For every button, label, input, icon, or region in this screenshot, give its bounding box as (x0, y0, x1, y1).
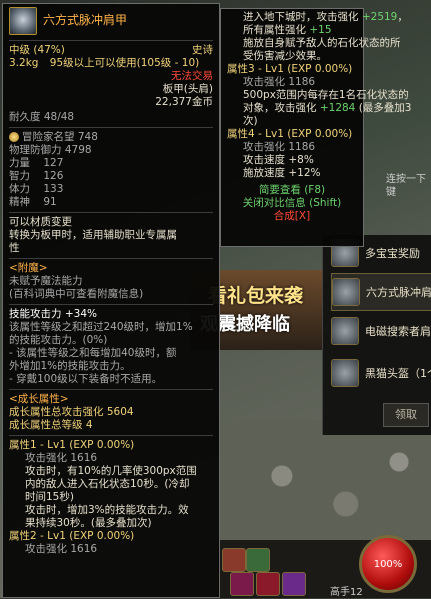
adventurer-value: 748 (77, 131, 98, 143)
item-type: 板甲(头肩) (162, 83, 213, 95)
shoulder-armor-icon (332, 278, 360, 306)
skill-line: 外增加1%的技能攻击力。 (9, 360, 131, 372)
item-price: 22,377金币 (155, 96, 213, 108)
potion-slot-2[interactable] (256, 572, 280, 596)
potion-slot-1[interactable] (230, 572, 254, 596)
attr1-line: 果持续30秒。(最多叠加次) (25, 517, 152, 529)
hp-value: 100% (373, 559, 403, 570)
stat-row: 精神 91 (9, 196, 57, 208)
banner-line-1: 看礼包来袭 (208, 285, 304, 307)
shoulder-armor-icon (9, 6, 37, 35)
attr1-header: 属性1 - Lv1 (EXP 0.00%) (9, 439, 135, 451)
compare-tooltip: 进入地下城时，攻击强化 +2519， 所有属性强化 +15 施放自身赋予敌人的石… (220, 8, 412, 247)
reward-label: 六方式脉冲肩 (366, 285, 431, 299)
enchant-header: <附魔> (9, 262, 48, 274)
synthesize-link[interactable]: 合成[X] (227, 210, 357, 223)
dungeon-bonus-line: 进入地下城时，攻击强化 +2519， (243, 11, 408, 23)
skill-slot-1[interactable] (222, 548, 246, 572)
attr3-line-2: 对象，攻击强化 +1284 (最多叠加3 (243, 102, 412, 114)
reward-item-3[interactable]: 电磁搜索者肩 (331, 313, 431, 349)
growth-total-level: 成长属性总等级 4 (9, 419, 93, 431)
attr3-line-3: 次) (243, 115, 258, 127)
durability-label: 耐久度 (9, 111, 41, 123)
skill-attack-header: 技能攻击力 +34% (9, 308, 97, 320)
skill-line: - 该属性等级之和每增加40级时，额 (9, 347, 177, 359)
item-name: 六方式脉冲肩甲 (43, 13, 128, 27)
item-grade-pct: (47%) (33, 44, 65, 56)
growth-header: <成长属性> (9, 393, 69, 405)
attr1-line: 时间15秒) (25, 491, 74, 503)
attr3-line-1: 500px范围内每存在1名石化状态的 (243, 89, 409, 101)
stat-row: 智力 126 (9, 170, 64, 182)
attr1-line: 攻击时，有10%的几率使300px范围 (25, 465, 197, 477)
attr2-attack: 攻击强化 1616 (25, 543, 98, 555)
stat-row: 体力 133 (9, 183, 64, 195)
enchant-line-1: 未赋予魔法能力 (9, 275, 83, 287)
adventurer-label: 冒险家名望 (22, 131, 75, 143)
reward-label: 黑猫头盔（1个 (365, 366, 431, 380)
attr4-header: 属性4 - Lv1 (EXP 0.00%) (227, 128, 353, 140)
growth-total-attack: 成长属性总攻击强化 5604 (9, 406, 134, 418)
reward-list-panel: 多宝宝奖励 六方式脉冲肩 电磁搜索者肩 黑猫头盔（1个 领取 (322, 235, 431, 435)
reward-label: 电磁搜索者肩 (365, 324, 431, 338)
skill-line: - 穿戴100级以下装备时不适用。 (9, 373, 163, 385)
attr4-attack: 攻击强化 1186 (243, 141, 316, 153)
reward-label: 多宝宝奖励 (365, 246, 420, 260)
attr3-attack: 攻击强化 1186 (243, 76, 316, 88)
shoulder-armor-icon (331, 317, 359, 345)
brief-view-link[interactable]: 简要查看 (F8) (227, 184, 357, 197)
attr1-attack: 攻击强化 1616 (25, 452, 98, 464)
item-weight: 3.2kg (9, 57, 39, 69)
item-level-req: 95级以上可以使用(105级 - 10) (49, 57, 200, 69)
item-grade: 中级 (9, 44, 30, 56)
rank-label: 高手12 (330, 587, 363, 598)
item-header: 六方式脉冲肩甲 (9, 4, 213, 37)
item-rarity: 史诗 (192, 44, 213, 56)
convert-line-1: 转换为板甲时，适用辅助职业专属属 (9, 229, 177, 241)
claim-button[interactable]: 领取 (383, 403, 429, 427)
potion-slot-3[interactable] (282, 572, 306, 596)
enchant-line-2: (百科词典中可查看附魔信息) (9, 288, 144, 300)
reward-item-4[interactable]: 黑猫头盔（1个 (331, 355, 431, 391)
attr4-attack-speed: 攻击速度 +8% (243, 154, 314, 166)
hp-orb: 100% (359, 535, 417, 593)
key-hint: 连按一下键 (386, 174, 426, 198)
item-tooltip: 六方式脉冲肩甲 中级 (47%) 史诗 3.2kg 95级以上可以使用(105级… (2, 3, 220, 598)
close-compare-link[interactable]: 关闭对比信息 (Shift) (227, 197, 357, 210)
petrify-line: 施放自身赋予敌人的石化状态的所 (243, 37, 401, 49)
all-attr-line: 所有属性强化 +15 (243, 24, 332, 36)
material-change: 可以材质变更 (9, 216, 72, 228)
helmet-icon (331, 359, 359, 387)
skill-line: 的技能攻击力。(0%) (9, 334, 108, 346)
medal-icon (9, 132, 19, 142)
skill-line: 该属性等级之和超过240级时，增加1% (9, 321, 193, 333)
stat-row: 力量 127 (9, 157, 64, 169)
untradeable-label: 无法交易 (171, 70, 213, 82)
convert-line-2: 性 (9, 242, 20, 254)
attr3-header: 属性3 - Lv1 (EXP 0.00%) (227, 63, 353, 75)
attr1-line: 攻击时，增加3%的技能攻击力。效 (25, 504, 189, 516)
petrify-line: 受伤害减少效果。 (243, 50, 327, 62)
stat-row: 物理防御力 4798 (9, 144, 92, 156)
attr2-header: 属性2 - Lv1 (EXP 0.00%) (9, 530, 135, 542)
durability-value: 48/48 (43, 111, 75, 123)
reward-item-2[interactable]: 六方式脉冲肩 (331, 273, 431, 311)
attr4-cast-speed: 施放速度 +12% (243, 167, 321, 179)
skill-slot-2[interactable] (246, 548, 270, 572)
attr1-line: 内的敌人进入石化状态10秒。(冷却 (25, 478, 190, 490)
